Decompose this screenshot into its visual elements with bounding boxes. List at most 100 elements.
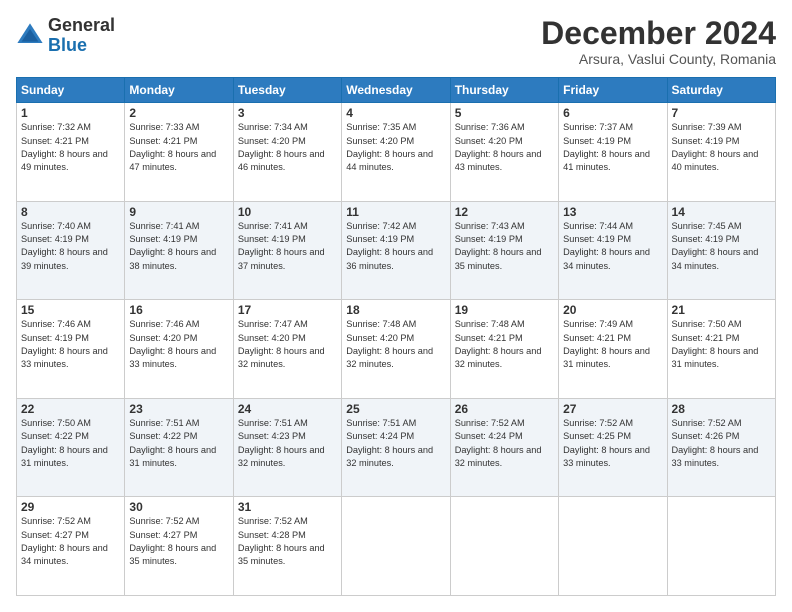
day-info: Sunrise: 7:49 AMSunset: 4:21 PMDaylight:… [563,319,650,369]
day-number: 29 [21,500,120,514]
table-row: 11 Sunrise: 7:42 AMSunset: 4:19 PMDayligh… [342,201,450,300]
table-row: 24 Sunrise: 7:51 AMSunset: 4:23 PMDayligh… [233,398,341,497]
day-number: 9 [129,205,228,219]
table-row: 5 Sunrise: 7:36 AMSunset: 4:20 PMDaylight… [450,103,558,202]
table-row: 3 Sunrise: 7:34 AMSunset: 4:20 PMDaylight… [233,103,341,202]
day-number: 7 [672,106,771,120]
table-row: 31Sunrise: 7:52 AMSunset: 4:28 PMDayligh… [233,497,341,596]
location-subtitle: Arsura, Vaslui County, Romania [541,51,776,67]
table-row: 12 Sunrise: 7:43 AMSunset: 4:19 PMDayligh… [450,201,558,300]
day-info: Sunrise: 7:48 AMSunset: 4:20 PMDaylight:… [346,319,433,369]
table-row: 27 Sunrise: 7:52 AMSunset: 4:25 PMDayligh… [559,398,667,497]
table-row: 22 Sunrise: 7:50 AMSunset: 4:22 PMDayligh… [17,398,125,497]
day-info: Sunrise: 7:36 AMSunset: 4:20 PMDaylight:… [455,122,542,172]
table-row: 17 Sunrise: 7:47 AMSunset: 4:20 PMDayligh… [233,300,341,399]
day-info: Sunrise: 7:52 AMSunset: 4:24 PMDaylight:… [455,418,542,468]
day-info: Sunrise: 7:46 AMSunset: 4:20 PMDaylight:… [129,319,216,369]
day-info: Sunrise: 7:43 AMSunset: 4:19 PMDaylight:… [455,221,542,271]
day-info: Sunrise: 7:52 AMSunset: 4:27 PMDaylight:… [21,516,108,566]
month-title: December 2024 [541,16,776,51]
table-row: 19 Sunrise: 7:48 AMSunset: 4:21 PMDayligh… [450,300,558,399]
day-info: Sunrise: 7:51 AMSunset: 4:22 PMDaylight:… [129,418,216,468]
day-number: 14 [672,205,771,219]
col-wednesday: Wednesday [342,78,450,103]
day-number: 21 [672,303,771,317]
day-info: Sunrise: 7:51 AMSunset: 4:23 PMDaylight:… [238,418,325,468]
col-sunday: Sunday [17,78,125,103]
day-info: Sunrise: 7:37 AMSunset: 4:19 PMDaylight:… [563,122,650,172]
col-tuesday: Tuesday [233,78,341,103]
table-row: 6 Sunrise: 7:37 AMSunset: 4:19 PMDaylight… [559,103,667,202]
table-row [667,497,775,596]
day-number: 2 [129,106,228,120]
table-row: 28 Sunrise: 7:52 AMSunset: 4:26 PMDayligh… [667,398,775,497]
day-info: Sunrise: 7:46 AMSunset: 4:19 PMDaylight:… [21,319,108,369]
day-number: 24 [238,402,337,416]
day-number: 17 [238,303,337,317]
day-info: Sunrise: 7:41 AMSunset: 4:19 PMDaylight:… [238,221,325,271]
header: General Blue December 2024 Arsura, Vaslu… [16,16,776,67]
calendar-header-row: Sunday Monday Tuesday Wednesday Thursday… [17,78,776,103]
day-number: 1 [21,106,120,120]
day-info: Sunrise: 7:50 AMSunset: 4:21 PMDaylight:… [672,319,759,369]
day-info: Sunrise: 7:41 AMSunset: 4:19 PMDaylight:… [129,221,216,271]
calendar-week-row: 29 Sunrise: 7:52 AMSunset: 4:27 PMDayligh… [17,497,776,596]
day-info: Sunrise: 7:40 AMSunset: 4:19 PMDaylight:… [21,221,108,271]
day-number: 15 [21,303,120,317]
day-info: Sunrise: 7:42 AMSunset: 4:19 PMDaylight:… [346,221,433,271]
col-monday: Monday [125,78,233,103]
calendar-week-row: 22 Sunrise: 7:50 AMSunset: 4:22 PMDayligh… [17,398,776,497]
day-info: Sunrise: 7:52 AMSunset: 4:26 PMDaylight:… [672,418,759,468]
table-row: 13Sunrise: 7:44 AMSunset: 4:19 PMDayligh… [559,201,667,300]
calendar-week-row: 15 Sunrise: 7:46 AMSunset: 4:19 PMDayligh… [17,300,776,399]
day-number: 31 [238,500,337,514]
day-info: Sunrise: 7:47 AMSunset: 4:20 PMDaylight:… [238,319,325,369]
day-info: Sunrise: 7:51 AMSunset: 4:24 PMDaylight:… [346,418,433,468]
day-number: 25 [346,402,445,416]
day-info: Sunrise: 7:45 AMSunset: 4:19 PMDaylight:… [672,221,759,271]
day-number: 10 [238,205,337,219]
logo-text: General Blue [48,16,115,56]
day-info: Sunrise: 7:39 AMSunset: 4:19 PMDaylight:… [672,122,759,172]
table-row: 30Sunrise: 7:52 AMSunset: 4:27 PMDayligh… [125,497,233,596]
table-row: 1Sunrise: 7:32 AMSunset: 4:21 PMDaylight… [17,103,125,202]
day-number: 16 [129,303,228,317]
day-info: Sunrise: 7:48 AMSunset: 4:21 PMDaylight:… [455,319,542,369]
day-number: 26 [455,402,554,416]
day-number: 12 [455,205,554,219]
table-row: 2 Sunrise: 7:33 AMSunset: 4:21 PMDaylight… [125,103,233,202]
day-number: 30 [129,500,228,514]
day-info: Sunrise: 7:34 AMSunset: 4:20 PMDaylight:… [238,122,325,172]
page: General Blue December 2024 Arsura, Vaslu… [0,0,792,612]
day-number: 19 [455,303,554,317]
logo-icon [16,22,44,50]
table-row [450,497,558,596]
col-thursday: Thursday [450,78,558,103]
day-number: 22 [21,402,120,416]
table-row: 4Sunrise: 7:35 AMSunset: 4:20 PMDaylight… [342,103,450,202]
day-info: Sunrise: 7:35 AMSunset: 4:20 PMDaylight:… [346,122,433,172]
day-number: 27 [563,402,662,416]
calendar-week-row: 1Sunrise: 7:32 AMSunset: 4:21 PMDaylight… [17,103,776,202]
col-friday: Friday [559,78,667,103]
table-row: 7 Sunrise: 7:39 AMSunset: 4:19 PMDaylight… [667,103,775,202]
title-block: December 2024 Arsura, Vaslui County, Rom… [541,16,776,67]
day-number: 20 [563,303,662,317]
day-number: 5 [455,106,554,120]
table-row: 10 Sunrise: 7:41 AMSunset: 4:19 PMDayligh… [233,201,341,300]
day-number: 8 [21,205,120,219]
day-number: 11 [346,205,445,219]
day-number: 6 [563,106,662,120]
day-info: Sunrise: 7:50 AMSunset: 4:22 PMDaylight:… [21,418,108,468]
day-info: Sunrise: 7:33 AMSunset: 4:21 PMDaylight:… [129,122,216,172]
table-row: 8 Sunrise: 7:40 AMSunset: 4:19 PMDaylight… [17,201,125,300]
day-info: Sunrise: 7:44 AMSunset: 4:19 PMDaylight:… [563,221,650,271]
day-number: 28 [672,402,771,416]
logo: General Blue [16,16,115,56]
day-number: 3 [238,106,337,120]
table-row: 18Sunrise: 7:48 AMSunset: 4:20 PMDayligh… [342,300,450,399]
table-row: 21 Sunrise: 7:50 AMSunset: 4:21 PMDayligh… [667,300,775,399]
calendar-table: Sunday Monday Tuesday Wednesday Thursday… [16,77,776,596]
day-info: Sunrise: 7:52 AMSunset: 4:25 PMDaylight:… [563,418,650,468]
logo-blue: Blue [48,36,115,56]
